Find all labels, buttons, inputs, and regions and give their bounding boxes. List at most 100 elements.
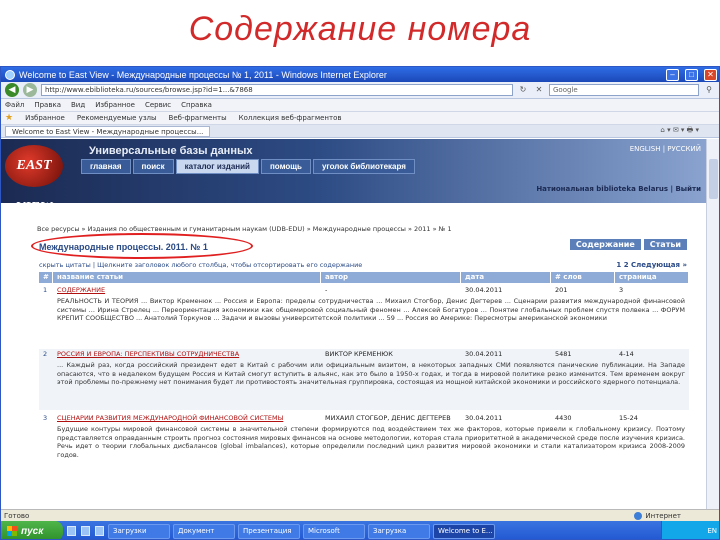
site-logo[interactable]: EAST VIEW [5,145,63,215]
address-bar: ◀ ▶ http://www.ebiblioteka.ru/sources/br… [1,82,719,99]
start-label: пуск [21,525,44,537]
fav-link-gallery[interactable]: Коллекция веб-фрагментов [239,114,342,122]
menu-bar: Файл Правка Вид Избранное Сервис Справка [1,99,719,112]
article-abstract: Будущие контуры мировой финансовой систе… [57,425,685,459]
article-words: 4430 [555,414,572,422]
tab-bar: Welcome to East View - Международные про… [1,125,719,138]
favorites-button[interactable]: Избранное [25,114,65,122]
taskbar-item[interactable]: Загрузка [368,523,430,539]
col-date[interactable]: дата [461,272,551,283]
table-row: 2 РОССИЯ И ЕВРОПА: ПЕРСПЕКТИВЫ СОТРУДНИЧ… [39,349,689,410]
tab-articles[interactable]: Статьи [643,239,687,250]
hide-quotes-link[interactable]: скрыть цитаты | Щелкните заголовок любог… [39,261,362,269]
quicklaunch-icon[interactable] [67,526,76,536]
maximize-button[interactable]: □ [685,68,698,81]
article-abstract: РЕАЛЬНОСТЬ И ТЕОРИЯ ... Виктор Кременюк … [57,297,685,323]
quicklaunch-icon[interactable] [81,526,90,536]
stop-icon[interactable]: ✕ [533,84,545,96]
col-num[interactable]: # [39,272,53,283]
back-icon[interactable]: ◀ [5,83,19,97]
web-page: EAST VIEW Универсальные базы данных ENGL… [1,139,707,509]
article-page: 3 [619,286,624,294]
article-author: МИХАИЛ СТОГБОР, ДЕНИС ДЕГТЕРЕВ [325,414,451,422]
menu-item-tools[interactable]: Сервис [145,101,171,109]
menu-item-view[interactable]: Вид [71,101,85,109]
toolbar-tools-icon[interactable]: ⌂ ▾ ✉ ▾ 🖶 ▾ [660,126,719,137]
menu-item-favorites[interactable]: Избранное [95,101,135,109]
article-title-link[interactable]: СЦЕНАРИИ РАЗВИТИЯ МЕЖДУНАРОДНОЙ ФИНАНСОВ… [53,413,321,424]
nav-home[interactable]: главная [81,159,131,174]
page-scrollbar[interactable] [706,139,719,509]
globe-icon [634,511,643,520]
col-title[interactable]: название статьи [53,272,321,283]
table-row: 3 СЦЕНАРИИ РАЗВИТИЯ МЕЖДУНАРОДНОЙ ФИНАНС… [39,413,689,474]
row-num: 2 [43,350,48,358]
windows-flag-icon [7,526,17,536]
article-date: 30.04.2011 [465,414,503,422]
col-page[interactable]: страница [615,272,689,283]
taskbar-item[interactable]: Microsoft [303,523,365,539]
browser-window: Welcome to East View - Международные про… [0,66,720,540]
pagination[interactable]: 1 2 Следующая » [616,261,687,269]
minimize-button[interactable]: – [666,68,679,81]
search-icon[interactable]: ⚲ [703,84,715,96]
col-author[interactable]: автор [321,272,461,283]
menu-item-edit[interactable]: Правка [34,101,61,109]
article-date: 30.04.2011 [465,350,503,358]
search-input[interactable]: Google [549,84,699,96]
col-words[interactable]: # слов [551,272,615,283]
main-nav: главная поиск каталог изданий помощь уго… [81,159,415,174]
zone-label: Интернет [645,511,681,520]
table-row: 1 СОДЕРЖАНИЕ - 30.04.2011 201 3 РЕАЛЬНОС… [39,285,689,346]
window-titlebar[interactable]: Welcome to East View - Международные про… [1,67,719,82]
language-switch[interactable]: ENGLISH | РУССКИЙ [630,145,701,153]
favorites-bar: ★ Избранное Рекомендуемые узлы Веб-фрагм… [1,112,719,125]
slide-title: Содержание номера [188,10,532,48]
system-tray[interactable]: EN [661,521,719,539]
forward-icon[interactable]: ▶ [23,83,37,97]
article-title-link[interactable]: РОССИЯ И ЕВРОПА: ПЕРСПЕКТИВЫ СОТРУДНИЧЕС… [53,349,321,360]
site-banner: EAST VIEW Универсальные базы данных ENGL… [1,139,707,215]
article-title-link[interactable]: СОДЕРЖАНИЕ [53,285,321,296]
article-words: 5481 [555,350,572,358]
refresh-icon[interactable]: ↻ [517,84,529,96]
nav-catalog[interactable]: каталог изданий [175,159,259,174]
security-zone[interactable]: Интернет [634,511,681,520]
article-abstract: ... Каждый раз, когда российский президе… [57,361,685,387]
issue-title: Международные процессы. 2011. № 1 [39,242,208,252]
window-title: Welcome to East View - Международные про… [19,69,387,80]
tab-contents[interactable]: Содержание [569,239,641,250]
row-num: 1 [43,286,48,294]
ie-icon [5,69,15,80]
nav-help[interactable]: помощь [260,159,311,174]
fav-link-suggested[interactable]: Рекомендуемые узлы [77,114,157,122]
table-header: # название статьи автор дата # слов стра… [39,272,689,283]
browser-tab-active[interactable]: Welcome to East View - Международные про… [5,125,211,137]
taskbar-item-active[interactable]: Welcome to E... [433,523,495,539]
taskbar-item[interactable]: Презентация [238,523,300,539]
close-button[interactable]: ✕ [704,68,717,81]
article-date: 30.04.2011 [465,286,503,294]
menu-item-help[interactable]: Справка [181,101,212,109]
article-words: 201 [555,286,568,294]
quicklaunch-icon[interactable] [95,526,104,536]
status-bar: Готово Интернет [1,509,719,521]
menu-item-file[interactable]: Файл [5,101,24,109]
article-page: 15-24 [619,414,638,422]
fav-link-webslices[interactable]: Веб-фрагменты [169,114,227,122]
url-input[interactable]: http://www.ebiblioteka.ru/sources/browse… [41,84,513,96]
article-author: - [325,286,328,294]
star-icon: ★ [5,113,14,123]
row-num: 3 [43,414,48,422]
taskbar-item[interactable]: Загрузки [108,523,170,539]
banner-title: Универсальные базы данных [89,145,253,157]
taskbar: пуск Загрузки Документ Презентация Micro… [1,521,719,539]
breadcrumb[interactable]: Все ресурсы » Издания по общественным и … [37,225,452,233]
taskbar-item[interactable]: Документ [173,523,235,539]
nav-librarian[interactable]: уголок библиотекаря [312,159,415,174]
article-page: 4-14 [619,350,634,358]
user-logout[interactable]: Натиональная biblioteka Belarus | Выйти [536,185,701,193]
start-button[interactable]: пуск [1,521,63,539]
nav-search[interactable]: поиск [132,159,174,174]
scrollbar-thumb[interactable] [709,159,718,199]
